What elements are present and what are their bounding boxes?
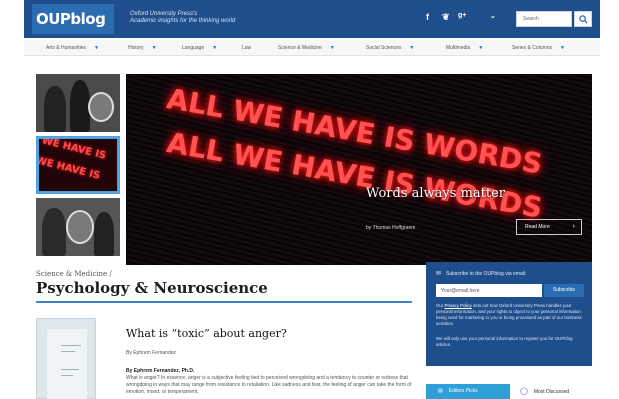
arrow-right-icon: › <box>572 223 575 230</box>
subscribe-panel: ✉ Subscribe to the OUPblog via email: You… <box>426 262 592 366</box>
chevron-down-icon: ▼ <box>212 45 218 51</box>
privacy-note: We will only use your personal informati… <box>436 336 573 347</box>
article-title[interactable]: What is “toxic” about anger? <box>126 327 287 340</box>
chevron-down-icon: ▼ <box>94 45 99 51</box>
thumbnail-neon-text: WE HAVE IS <box>36 155 102 182</box>
nav-item-label: Language <box>182 45 205 51</box>
subscribe-heading: ✉ Subscribe to the OUPblog via email: <box>436 270 526 277</box>
figure-shape <box>42 208 66 256</box>
thumbnail-neon-words[interactable]: WE HAVE IS WE HAVE IS <box>36 136 120 194</box>
googleplus-icon[interactable]: g+ <box>458 12 466 19</box>
cover-line <box>61 375 73 376</box>
nav-item-arts-humanities[interactable]: Arts & Humanities ▼ <box>46 40 99 56</box>
search-button[interactable] <box>574 11 592 27</box>
nav-item-language[interactable]: Language ▼ <box>182 40 217 56</box>
figure-shape <box>94 212 114 256</box>
nav-item-law[interactable]: Law <box>242 40 251 56</box>
site-header: OUPblog Oxford University Press's Academ… <box>24 0 600 38</box>
book-cover-shape <box>47 329 87 399</box>
figure-shape <box>70 80 90 132</box>
hero-thumbnails: WE HAVE IS WE HAVE IS <box>36 74 120 264</box>
nav-item-label: History <box>128 45 144 51</box>
nav-item-science-medicine[interactable]: Science & Medicine ▼ <box>278 40 335 56</box>
tagline-line-1: Oxford University Press's <box>130 11 198 17</box>
main-nav: Arts & Humanities ▼ History ▼ Language ▼ La… <box>24 40 600 56</box>
thumbnail-riot-police-1[interactable] <box>36 74 120 132</box>
shield-shape <box>88 92 114 122</box>
shield-shape <box>66 210 94 244</box>
nav-item-label: Law <box>242 45 252 51</box>
figure-shape <box>44 86 66 132</box>
nav-item-multimedia[interactable]: Multimedia ▼ <box>446 40 483 56</box>
subscribe-button[interactable]: Subscribe <box>544 284 584 297</box>
subscribe-heading-text: Subscribe to the OUPblog via email: <box>446 271 527 277</box>
email-field[interactable]: Your@email.here <box>436 284 542 297</box>
nav-item-label: Social Sciences <box>366 45 402 51</box>
read-more-label: Read More <box>525 224 550 230</box>
search-input[interactable]: Search <box>516 11 572 27</box>
article-thumbnail[interactable] <box>36 318 96 399</box>
section-divider <box>36 301 412 303</box>
thumbnail-riot-police-2[interactable] <box>36 198 120 256</box>
privacy-prefix: Our <box>436 303 445 308</box>
site-tagline: Oxford University Press's Academic insig… <box>130 11 235 25</box>
hero-caption[interactable]: Words always matter <box>366 186 505 201</box>
hero-feature[interactable]: ALL WE HAVE IS WORDS ALL WE HAVE IS WORD… <box>126 74 592 265</box>
nav-item-history[interactable]: History ▼ <box>128 40 157 56</box>
nav-item-label: Multimedia <box>446 45 471 51</box>
chevron-down-icon: ▼ <box>409 45 415 51</box>
chevron-down-icon[interactable]: ⌄ <box>490 12 496 20</box>
twitter-icon[interactable]: ❦ <box>442 12 450 23</box>
chevron-down-icon: ▼ <box>478 45 484 51</box>
tagline-line-2: Academic insights for the thinking world <box>130 18 236 24</box>
tab-label: Most Discussed <box>533 389 570 395</box>
tab-most-discussed[interactable]: ◯ Most Discussed <box>514 384 592 399</box>
privacy-notice: Our Privacy Policy sets out how Oxford U… <box>436 303 584 327</box>
envelope-icon: ✉ <box>436 271 442 277</box>
facebook-icon[interactable]: f <box>426 12 429 22</box>
chevron-down-icon: ▼ <box>560 45 565 51</box>
nav-item-label: Arts & Humanities <box>46 45 87 51</box>
hero-byline: by Thomas Hoffgraem <box>366 225 416 231</box>
cover-line <box>61 345 81 346</box>
privacy-policy-link[interactable]: Privacy Policy <box>445 303 472 308</box>
page-title: Psychology & Neuroscience <box>36 279 268 297</box>
tab-editors-picks[interactable]: ▤ Editors Picks <box>426 384 510 399</box>
tab-label: Editors Picks <box>448 388 478 394</box>
nav-item-social-sciences[interactable]: Social Sciences ▼ <box>366 40 414 56</box>
article-excerpt: What is anger? In essence, anger is a su… <box>126 375 412 395</box>
article-byline: By Ephrem Fernandez <box>126 350 177 356</box>
cover-line <box>61 369 79 370</box>
nav-item-series-columns[interactable]: Series & Columns ▼ <box>512 40 565 56</box>
nav-item-label: Series & Columns <box>512 45 553 51</box>
list-icon: ▤ <box>438 388 443 394</box>
read-more-button[interactable]: Read More › <box>516 219 582 235</box>
author-name: By Ephrem Fernandez, Ph.D. <box>126 368 195 374</box>
cover-line <box>61 351 75 352</box>
comment-icon: ◯ <box>520 388 528 395</box>
chevron-down-icon: ▼ <box>151 45 157 51</box>
oupblog-logo[interactable]: OUPblog <box>32 4 114 34</box>
search-icon <box>578 15 588 24</box>
chevron-down-icon: ▼ <box>329 45 335 51</box>
nav-item-label: Science & Medicine <box>278 45 322 51</box>
breadcrumb[interactable]: Science & Medicine / <box>36 270 112 278</box>
